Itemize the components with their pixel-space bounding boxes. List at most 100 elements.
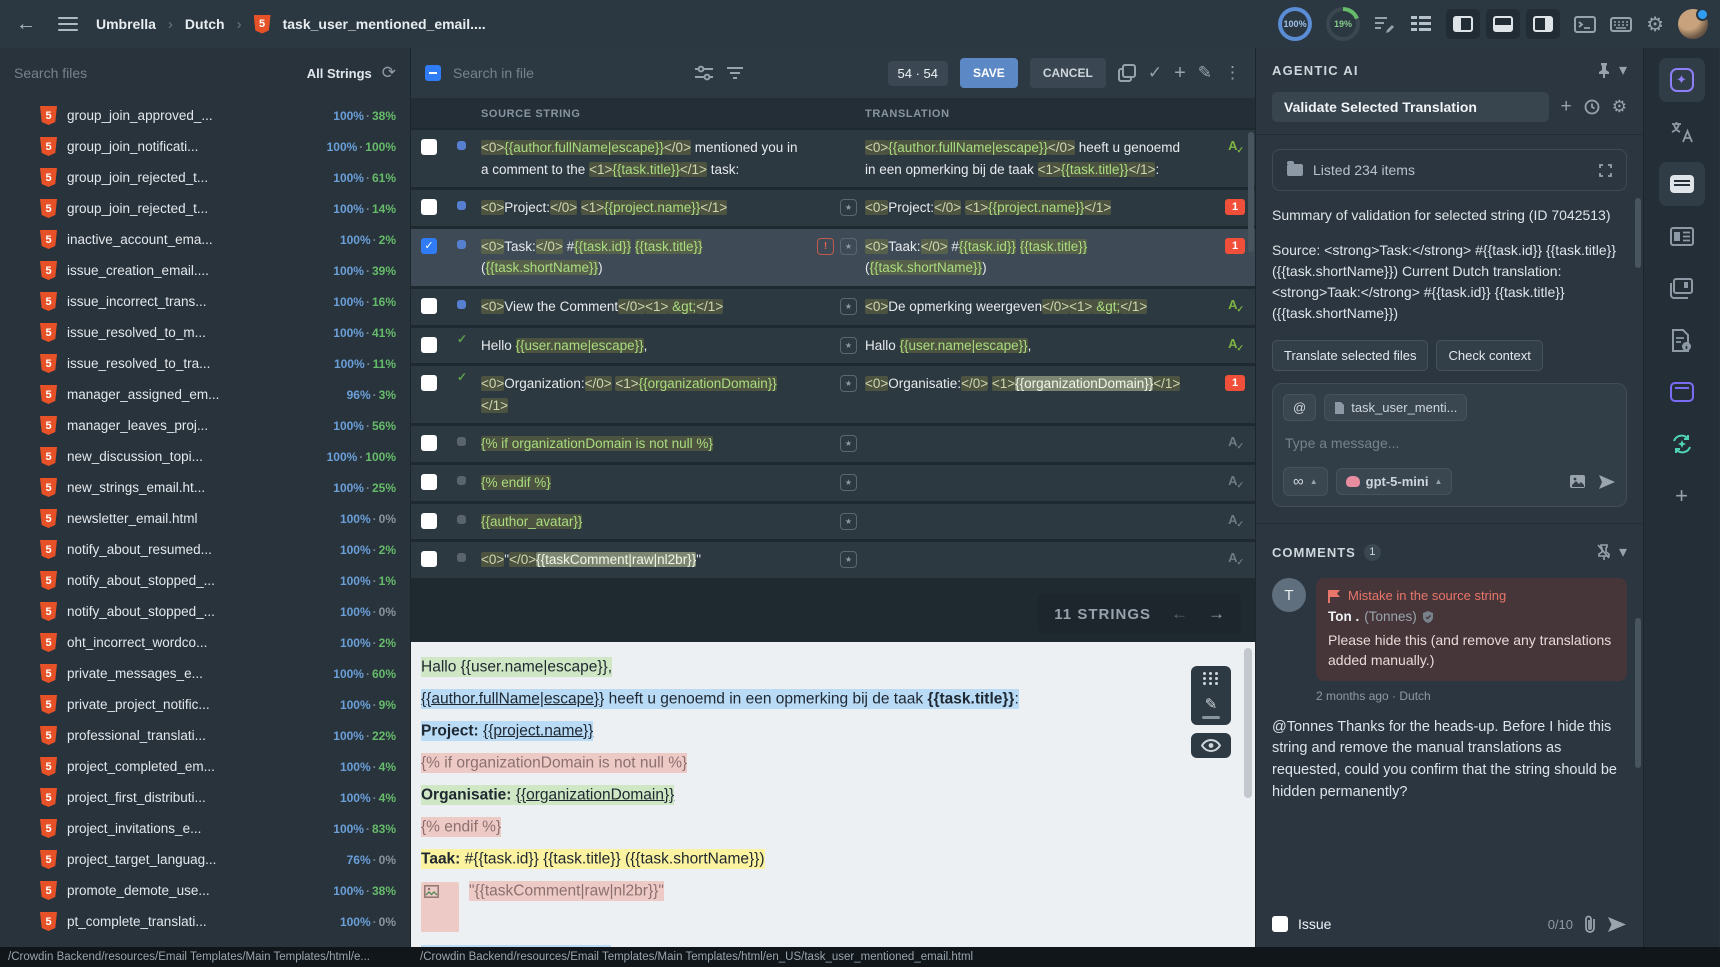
- ai-settings-gear-icon[interactable]: ⚙: [1612, 97, 1627, 117]
- string-row[interactable]: <0>View the Comment</0><1> &gt;</1>★<0>D…: [411, 289, 1255, 325]
- source-string[interactable]: {% endif %}: [481, 472, 817, 494]
- rail-file-info-icon[interactable]: [1659, 318, 1705, 362]
- string-row[interactable]: ✓<0>Task:</0> #{{task.id}} {{task.title}…: [411, 229, 1255, 286]
- rail-dictionary-icon[interactable]: [1659, 266, 1705, 310]
- file-list-item[interactable]: 5manager_assigned_em...96%·3%: [0, 379, 410, 410]
- string-row[interactable]: ✓<0>Organization:</0> <1>{{organizationD…: [411, 366, 1255, 423]
- file-list-item[interactable]: 5project_target_languag...76%·0%: [0, 844, 410, 875]
- file-list-item[interactable]: 5issue_creation_email....100%·39%: [0, 255, 410, 286]
- collapse-panel-icon[interactable]: ▾: [1619, 60, 1627, 80]
- back-button[interactable]: ←: [12, 10, 40, 38]
- source-string[interactable]: Hello {{user.name|escape}},: [481, 335, 817, 357]
- rail-app-window-icon[interactable]: [1659, 370, 1705, 414]
- comment-author[interactable]: Ton .: [1328, 609, 1359, 624]
- source-string[interactable]: <0>Organization:</0> <1>{{organizationDo…: [481, 373, 817, 416]
- preview-scrollbar[interactable]: [1244, 648, 1252, 798]
- ai-message-input[interactable]: [1285, 435, 1618, 451]
- file-list-item[interactable]: 5manager_leaves_proj...100%·56%: [0, 410, 410, 441]
- filter-icon[interactable]: [726, 66, 744, 80]
- file-list-item[interactable]: 5issue_resolved_to_m...100%·41%: [0, 317, 410, 348]
- string-row[interactable]: {% if organizationDomain is not null %} ★…: [411, 426, 1255, 462]
- listed-items-card[interactable]: Listed 234 items: [1272, 149, 1627, 191]
- rail-article-icon[interactable]: [1659, 214, 1705, 258]
- save-button[interactable]: SAVE: [960, 58, 1018, 88]
- file-list-item[interactable]: 5group_join_notificati...100%·100%: [0, 131, 410, 162]
- keyboard-icon[interactable]: [1610, 17, 1632, 32]
- file-list-item[interactable]: 5oht_incorrect_wordco...100%·2%: [0, 627, 410, 658]
- qa-issue-badge[interactable]: 1: [1225, 375, 1245, 391]
- translated-progress-ring[interactable]: 100%: [1278, 7, 1312, 41]
- insert-image-icon[interactable]: [1569, 474, 1586, 489]
- string-row[interactable]: <0>{{author.fullName|escape}}</0> mentio…: [411, 130, 1255, 187]
- source-string[interactable]: <0>"</0>{{taskComment|raw|nl2br}}": [481, 549, 817, 571]
- history-icon[interactable]: [1584, 99, 1600, 115]
- panel-scrollbar[interactable]: [1635, 198, 1641, 268]
- row-checkbox[interactable]: [421, 375, 437, 391]
- translation-string[interactable]: Hallo {{user.name|escape}},: [865, 335, 1201, 357]
- expand-icon[interactable]: [1599, 164, 1612, 177]
- source-string[interactable]: <0>{{author.fullName|escape}}</0> mentio…: [481, 137, 817, 180]
- file-list-item[interactable]: 5group_join_rejected_t...100%·14%: [0, 193, 410, 224]
- refresh-icon[interactable]: ⟳: [382, 63, 396, 83]
- context-icon[interactable]: ★: [840, 238, 857, 255]
- file-list-item[interactable]: 5professional_translati...100%·22%: [0, 720, 410, 751]
- row-checkbox[interactable]: [421, 298, 437, 314]
- translate-selected-files-button[interactable]: Translate selected files: [1272, 340, 1428, 371]
- context-icon[interactable]: ★: [840, 199, 857, 216]
- toggle-bottom-panel-button[interactable]: [1486, 9, 1520, 39]
- mention-button[interactable]: @: [1283, 394, 1316, 421]
- copy-source-icon[interactable]: [1118, 64, 1136, 82]
- context-icon[interactable]: ★: [840, 551, 857, 568]
- source-string[interactable]: {{author_avatar}}: [481, 511, 817, 533]
- row-checkbox[interactable]: [421, 139, 437, 155]
- context-icon[interactable]: ★: [840, 337, 857, 354]
- tune-filters-icon[interactable]: [694, 65, 714, 81]
- source-string[interactable]: <0>View the Comment</0><1> &gt;</1>: [481, 296, 817, 318]
- qa-issue-badge[interactable]: 1: [1225, 238, 1245, 254]
- prev-page-icon[interactable]: ←: [1171, 604, 1188, 624]
- approve-icon[interactable]: ✓: [1148, 63, 1162, 83]
- search-in-file-input[interactable]: [453, 65, 682, 81]
- strings-scrollbar[interactable]: [1248, 132, 1254, 252]
- context-icon[interactable]: ★: [840, 375, 857, 392]
- send-comment-icon[interactable]: [1607, 916, 1627, 933]
- translation-string[interactable]: <0>Project:</0> <1>{{project.name}}</1>: [865, 197, 1201, 219]
- send-message-icon[interactable]: [1598, 474, 1616, 490]
- collapse-comments-icon[interactable]: ▾: [1619, 542, 1627, 562]
- file-list-item[interactable]: 5private_messages_e...100%·60%: [0, 658, 410, 689]
- context-icon[interactable]: ★: [840, 513, 857, 530]
- row-checkbox[interactable]: [421, 474, 437, 490]
- row-checkbox[interactable]: [421, 513, 437, 529]
- translation-string[interactable]: <0>{{author.fullName|escape}}</0> heeft …: [865, 137, 1201, 180]
- file-list-item[interactable]: 5project_completed_em...100%·4%: [0, 751, 410, 782]
- toggle-right-panel-button[interactable]: [1526, 9, 1560, 39]
- more-options-icon[interactable]: ⋮: [1224, 63, 1241, 83]
- file-list-item[interactable]: 5notify_about_stopped_...100%·1%: [0, 565, 410, 596]
- attachment-paperclip-icon[interactable]: [1583, 915, 1597, 933]
- drag-handle-icon[interactable]: [1197, 672, 1225, 685]
- context-icon[interactable]: ★: [840, 435, 857, 452]
- rail-comments-icon[interactable]: [1659, 162, 1705, 206]
- mode-selector[interactable]: ∞▲: [1283, 467, 1328, 496]
- row-checkbox[interactable]: [421, 435, 437, 451]
- file-list-item[interactable]: 5notify_about_resumed...100%·2%: [0, 534, 410, 565]
- file-list-item[interactable]: 5group_join_approved_...100%·38%: [0, 100, 410, 131]
- string-row[interactable]: {% endif %}★A✓: [411, 465, 1255, 501]
- string-row[interactable]: <0>"</0>{{taskComment|raw|nl2br}}"★A✓: [411, 542, 1255, 578]
- file-list-item[interactable]: 5new_strings_email.ht...100%·25%: [0, 472, 410, 503]
- avatar[interactable]: [1678, 9, 1708, 39]
- row-checkbox[interactable]: [421, 551, 437, 567]
- string-row[interactable]: {{author_avatar}}★A✓: [411, 504, 1255, 540]
- file-list-item[interactable]: 5issue_resolved_to_tra...100%·11%: [0, 348, 410, 379]
- unpin-icon[interactable]: [1596, 544, 1611, 560]
- context-icon[interactable]: ★: [840, 298, 857, 315]
- source-string[interactable]: <0>Task:</0> #{{task.id}} {{task.title}}…: [481, 236, 817, 279]
- issue-comment-icon[interactable]: !: [817, 238, 834, 255]
- file-list-item[interactable]: 5promote_demote_use...100%·38%: [0, 875, 410, 906]
- source-string[interactable]: {% if organizationDomain is not null %}: [481, 433, 817, 455]
- translation-string[interactable]: <0>Taak:</0> #{{task.id}} {{task.title}}…: [865, 236, 1201, 279]
- rail-translate-icon[interactable]: [1659, 110, 1705, 154]
- rail-ai-sync-icon[interactable]: [1659, 422, 1705, 466]
- toggle-left-panel-button[interactable]: [1446, 9, 1480, 39]
- prompt-selector[interactable]: Validate Selected Translation: [1272, 92, 1549, 122]
